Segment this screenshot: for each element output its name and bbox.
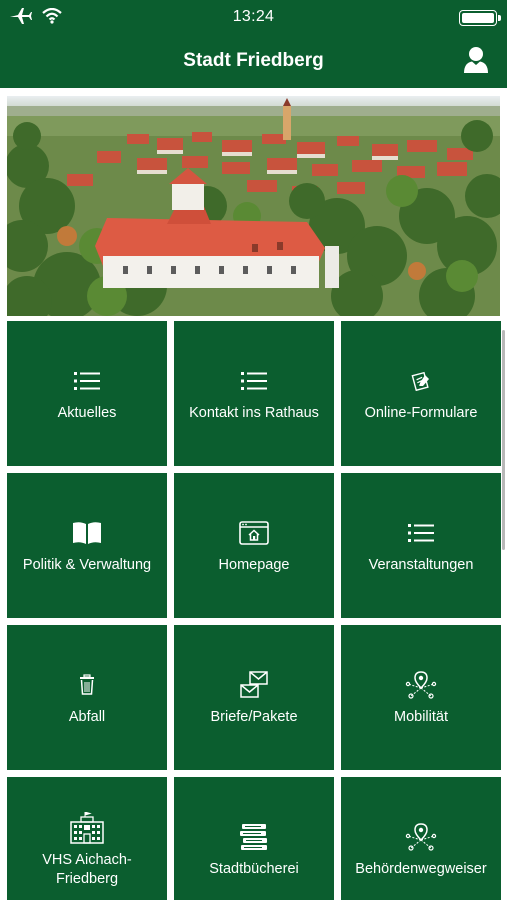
map-pin-network-icon	[405, 668, 437, 702]
tile-politik-verwaltung[interactable]: Politik & Verwaltung	[7, 473, 167, 618]
tile-aktuelles[interactable]: Aktuelles	[7, 321, 167, 466]
tile-label: Briefe/Pakete	[210, 709, 298, 725]
tile-online-formulare[interactable]: Online-Formulare	[341, 321, 501, 466]
hero-image	[7, 96, 500, 316]
app-header: 13:24 Stadt Friedberg	[0, 0, 507, 88]
tile-label: Behördenwegweiser	[355, 861, 487, 877]
tile-homepage[interactable]: Homepage	[174, 473, 334, 618]
list-icon	[408, 516, 434, 550]
list-icon	[74, 364, 100, 398]
map-pin-network-icon	[405, 820, 437, 854]
form-icon	[411, 364, 431, 398]
mail-icon	[239, 668, 269, 702]
trash-icon	[78, 668, 96, 702]
tile-kontakt-rathaus[interactable]: Kontakt ins Rathaus	[174, 321, 334, 466]
tile-label: Abfall	[68, 709, 106, 725]
tile-stadtbuecherei[interactable]: Stadtbücherei	[174, 777, 334, 900]
tile-label: Aktuelles	[57, 405, 117, 421]
tile-veranstaltungen[interactable]: Veranstaltungen	[341, 473, 501, 618]
tile-mobilitaet[interactable]: Mobilität	[341, 625, 501, 770]
page-title: Stadt Friedberg	[183, 50, 324, 71]
tile-briefe-pakete[interactable]: Briefe/Pakete	[174, 625, 334, 770]
battery-icon	[459, 10, 501, 26]
books-icon	[239, 820, 269, 854]
book-icon	[72, 516, 102, 550]
tile-label: Politik & Verwaltung	[22, 557, 152, 573]
list-icon	[241, 364, 267, 398]
tile-label: VHS Aichach-Friedberg	[42, 851, 132, 887]
tile-label: Kontakt ins Rathaus	[189, 405, 319, 421]
browser-home-icon	[239, 516, 269, 550]
user-profile-button[interactable]	[463, 46, 489, 74]
status-bar: 13:24	[0, 0, 507, 36]
tile-label: Veranstaltungen	[368, 557, 474, 573]
tile-vhs-aichach-friedberg[interactable]: VHS Aichach-Friedberg	[7, 777, 167, 900]
building-icon	[70, 811, 104, 845]
tile-label: Mobilität	[394, 709, 448, 725]
tile-label: Stadtbücherei	[209, 861, 299, 877]
tile-label: Online-Formulare	[364, 405, 478, 421]
tile-label: Homepage	[218, 557, 290, 573]
scrollbar[interactable]	[502, 330, 505, 550]
user-icon	[464, 47, 488, 73]
tile-behoerdenwegweiser[interactable]: Behördenwegweiser	[341, 777, 501, 900]
status-time: 13:24	[232, 8, 275, 25]
tile-abfall[interactable]: Abfall	[7, 625, 167, 770]
